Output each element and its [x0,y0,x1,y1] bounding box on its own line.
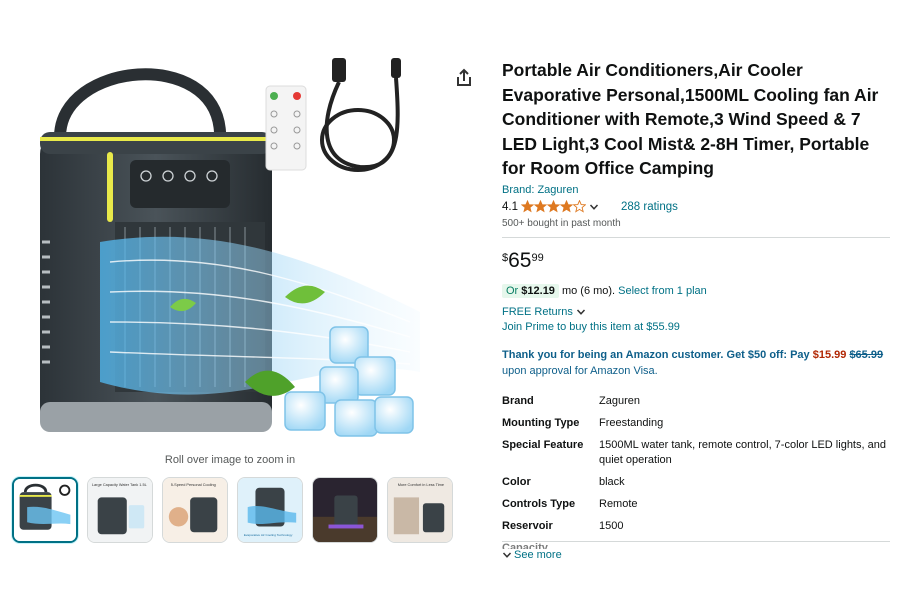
chevron-down-icon [502,551,512,558]
divider [502,541,890,542]
thumbnail-1[interactable] [12,477,78,543]
brand-link[interactable]: Brand: Zaguren [502,184,890,196]
chevron-down-icon [576,308,585,315]
select-plan-link[interactable]: Select from 1 plan [618,285,707,297]
spec-value: 1500ML water tank, remote control, 7-col… [599,438,886,466]
thumbnail-2-caption: Large Capacity Water Tank 1.5L [92,482,148,487]
spec-key: Special Feature [502,438,584,451]
or-label: Or [506,284,522,297]
rating-row: 4.1 288 ratings [502,199,890,215]
price-whole: 65 [508,248,532,272]
star-icon [547,200,560,213]
spec-row: Brand Zaguren [502,394,890,409]
spec-key: Brand [502,394,534,407]
spec-row: Controls Type Remote [502,497,890,512]
thumbnail-3-caption: 5-Speed Personal Cooling [171,482,216,487]
see-more-link[interactable]: See more [502,549,890,561]
main-product-image[interactable] [20,52,432,452]
thumbnail-4-caption: Evaporative Air Cooling Technology [244,533,293,537]
spec-key: Mounting Type [502,416,580,429]
air-cooler-product-image [40,58,420,437]
see-more-label: See more [514,548,562,561]
thumbnail-strip: Large Capacity Water Tank 1.5L 5-Speed P… [12,477,453,543]
free-returns-label: FREE Returns [502,305,573,318]
free-returns-link[interactable]: FREE Returns [502,306,890,318]
thumbnail-2[interactable]: Large Capacity Water Tank 1.5L [87,477,153,543]
promo-subtext: upon approval for Amazon Visa. [502,364,658,377]
spec-row: Mounting Type Freestanding [502,416,890,431]
zoom-hint: Roll over image to zoom in [164,454,296,466]
price: $ 65 99 [502,248,890,274]
spec-key: Color [502,475,531,488]
visa-promo[interactable]: Thank you for being an Amazon customer. … [502,347,890,379]
product-title: Portable Air Conditioners,Air Cooler Eva… [502,60,879,178]
join-prime-link[interactable]: Join Prime to buy this item at $55.99 [502,321,890,333]
spec-value: Freestanding [599,416,664,429]
spec-table: Brand Zaguren Mounting Type Freestanding… [502,394,890,549]
monthly-payment: Or $12.19 mo (6 mo). Select from 1 plan [502,283,890,298]
thumbnail-5[interactable] [312,477,378,543]
spec-value: 1500 [599,519,624,532]
spec-value: Zaguren [599,394,640,407]
divider [502,236,890,238]
promo-new-price: $15.99 [812,348,847,361]
price-fraction: 99 [531,251,544,264]
spec-key: Reservoir [502,519,553,532]
promo-old-price: $65.99 [849,348,884,361]
spec-key: Controls Type [502,497,576,510]
spec-value: black [599,475,625,488]
rating-value: 4.1 [502,200,518,213]
thumbnail-6-caption: More Comfort in Less Time [398,482,444,487]
product-details: Portable Air Conditioners,Air Cooler Eva… [502,58,890,561]
thumbnail-6[interactable]: More Comfort in Less Time [387,477,453,543]
spec-row: Reservoir 1500 [502,519,890,534]
ratings-count-link[interactable]: 288 ratings [621,201,678,213]
star-empty-icon [573,200,586,213]
share-icon[interactable] [452,66,476,90]
star-icon [521,200,534,213]
star-rating[interactable] [521,200,586,213]
monthly-badge: Or $12.19 [502,283,559,298]
monthly-suffix: mo (6 mo). [561,284,616,297]
monthly-amount: $12.19 [521,284,555,297]
thumbnail-3[interactable]: 5-Speed Personal Cooling [162,477,228,543]
promo-text: Thank you for being an Amazon customer. … [502,348,810,361]
spec-row: Special Feature 1500ML water tank, remot… [502,438,890,468]
chevron-down-icon[interactable] [589,202,599,212]
star-icon [534,200,547,213]
spec-value: Remote [599,497,638,510]
thumbnail-4[interactable]: Evaporative Air Cooling Technology [237,477,303,543]
spec-row: Color black [502,475,890,490]
star-icon [560,200,573,213]
bought-count: 500+ bought in past month [502,217,621,229]
